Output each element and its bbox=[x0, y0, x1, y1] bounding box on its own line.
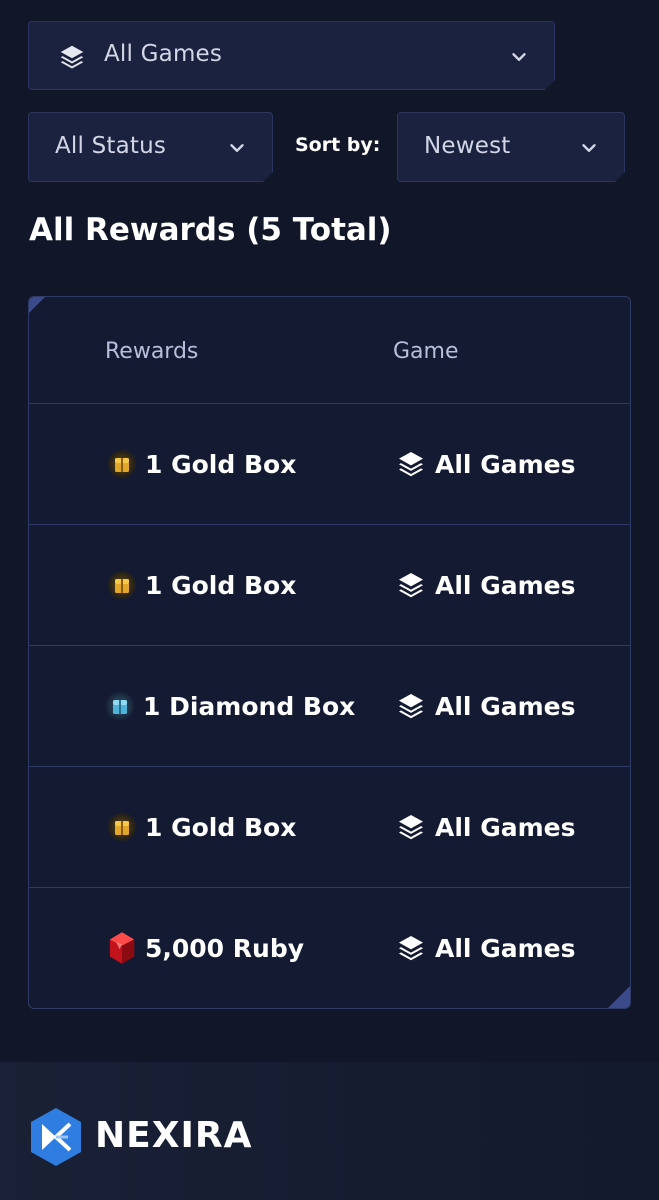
game-filter-value: All Games bbox=[104, 41, 223, 67]
layers-icon bbox=[399, 573, 423, 598]
brand-name: NEXIRA bbox=[95, 1115, 253, 1156]
reward-name: 1 Gold Box bbox=[145, 570, 297, 600]
layers-icon bbox=[399, 815, 423, 840]
chevron-down-icon bbox=[226, 137, 248, 159]
gold-box-icon bbox=[107, 449, 137, 479]
game-name: All Games bbox=[435, 812, 576, 842]
game-cell: All Games bbox=[395, 767, 575, 887]
table-row: 1 Gold Box All Games bbox=[29, 404, 630, 525]
game-cell: All Games bbox=[395, 525, 575, 645]
sort-by-label: Sort by: bbox=[295, 134, 381, 156]
reward-name: 5,000 Ruby bbox=[145, 933, 305, 963]
reward-cell: 1 Diamond Box bbox=[105, 646, 355, 766]
chevron-down-icon bbox=[578, 137, 600, 159]
page-title: All Rewards (5 Total) bbox=[29, 212, 392, 248]
sort-value: Newest bbox=[424, 133, 511, 159]
column-header-game: Game bbox=[393, 339, 459, 364]
game-cell: All Games bbox=[395, 646, 575, 766]
game-name: All Games bbox=[435, 570, 576, 600]
game-cell: All Games bbox=[395, 888, 575, 1008]
game-filter-select[interactable]: All Games bbox=[28, 21, 555, 90]
gold-box-icon bbox=[107, 570, 137, 600]
reward-cell: 1 Gold Box bbox=[107, 525, 296, 645]
gold-box-icon bbox=[107, 812, 137, 842]
nexira-logo-icon[interactable] bbox=[28, 1106, 84, 1168]
game-name: All Games bbox=[435, 691, 576, 721]
table-row: 5,000 Ruby All Games bbox=[29, 888, 630, 1008]
rewards-table: Rewards Game 1 Gold Box All Games 1 Gold… bbox=[28, 296, 631, 1009]
game-name: All Games bbox=[435, 449, 576, 479]
status-filter-select[interactable]: All Status bbox=[28, 112, 273, 182]
layers-icon bbox=[57, 42, 87, 72]
column-header-rewards: Rewards bbox=[105, 339, 199, 364]
game-cell: All Games bbox=[395, 404, 575, 524]
layers-icon bbox=[399, 452, 423, 477]
ruby-icon bbox=[109, 932, 135, 964]
reward-name: 1 Gold Box bbox=[145, 449, 297, 479]
game-name: All Games bbox=[435, 933, 576, 963]
layers-icon bbox=[399, 694, 423, 719]
table-row: 1 Gold Box All Games bbox=[29, 525, 630, 646]
reward-name: 1 Diamond Box bbox=[143, 691, 356, 721]
corner-decoration bbox=[608, 986, 630, 1008]
table-row: 1 Diamond Box All Games bbox=[29, 646, 630, 767]
diamond-box-icon bbox=[105, 691, 135, 721]
table-row: 1 Gold Box All Games bbox=[29, 767, 630, 888]
status-filter-value: All Status bbox=[55, 133, 167, 159]
chevron-down-icon bbox=[508, 46, 530, 68]
reward-cell: 1 Gold Box bbox=[107, 767, 296, 887]
reward-name: 1 Gold Box bbox=[145, 812, 297, 842]
layers-icon bbox=[399, 936, 423, 961]
reward-cell: 5,000 Ruby bbox=[107, 888, 304, 1008]
sort-select[interactable]: Newest bbox=[397, 112, 625, 182]
reward-cell: 1 Gold Box bbox=[107, 404, 296, 524]
table-header: Rewards Game bbox=[29, 297, 630, 404]
